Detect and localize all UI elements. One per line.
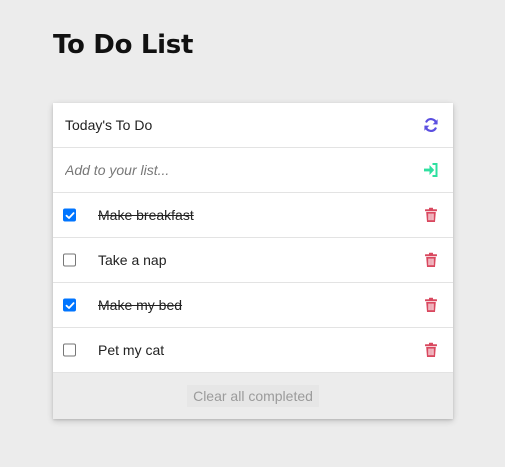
add-item-input[interactable] (65, 162, 385, 178)
page-title: To Do List (53, 30, 194, 60)
trash-icon[interactable] (423, 342, 439, 358)
refresh-icon[interactable] (423, 117, 439, 133)
trash-icon[interactable] (423, 207, 439, 223)
card-footer: Clear all completed (53, 373, 453, 419)
todo-checkbox[interactable] (63, 208, 76, 222)
card-header-title: Today's To Do (65, 117, 153, 133)
todo-item: Pet my cat (53, 328, 453, 373)
todo-text: Pet my cat (98, 342, 165, 358)
todo-checkbox[interactable] (63, 298, 76, 312)
todo-text: Take a nap (98, 252, 167, 268)
todo-item: Make my bed (53, 283, 453, 328)
todo-card: Today's To Do Make breakfast (53, 103, 453, 419)
todo-item: Make breakfast (53, 193, 453, 238)
todo-item: Take a nap (53, 238, 453, 283)
todo-text: Make breakfast (98, 207, 194, 223)
card-header: Today's To Do (53, 103, 453, 148)
todo-text: Make my bed (98, 297, 183, 313)
trash-icon[interactable] (423, 297, 439, 313)
add-item-row (53, 148, 453, 193)
todo-checkbox[interactable] (63, 253, 76, 267)
todo-checkbox[interactable] (63, 343, 76, 357)
clear-completed-button[interactable]: Clear all completed (187, 385, 319, 407)
sign-in-icon[interactable] (423, 162, 439, 178)
trash-icon[interactable] (423, 252, 439, 268)
